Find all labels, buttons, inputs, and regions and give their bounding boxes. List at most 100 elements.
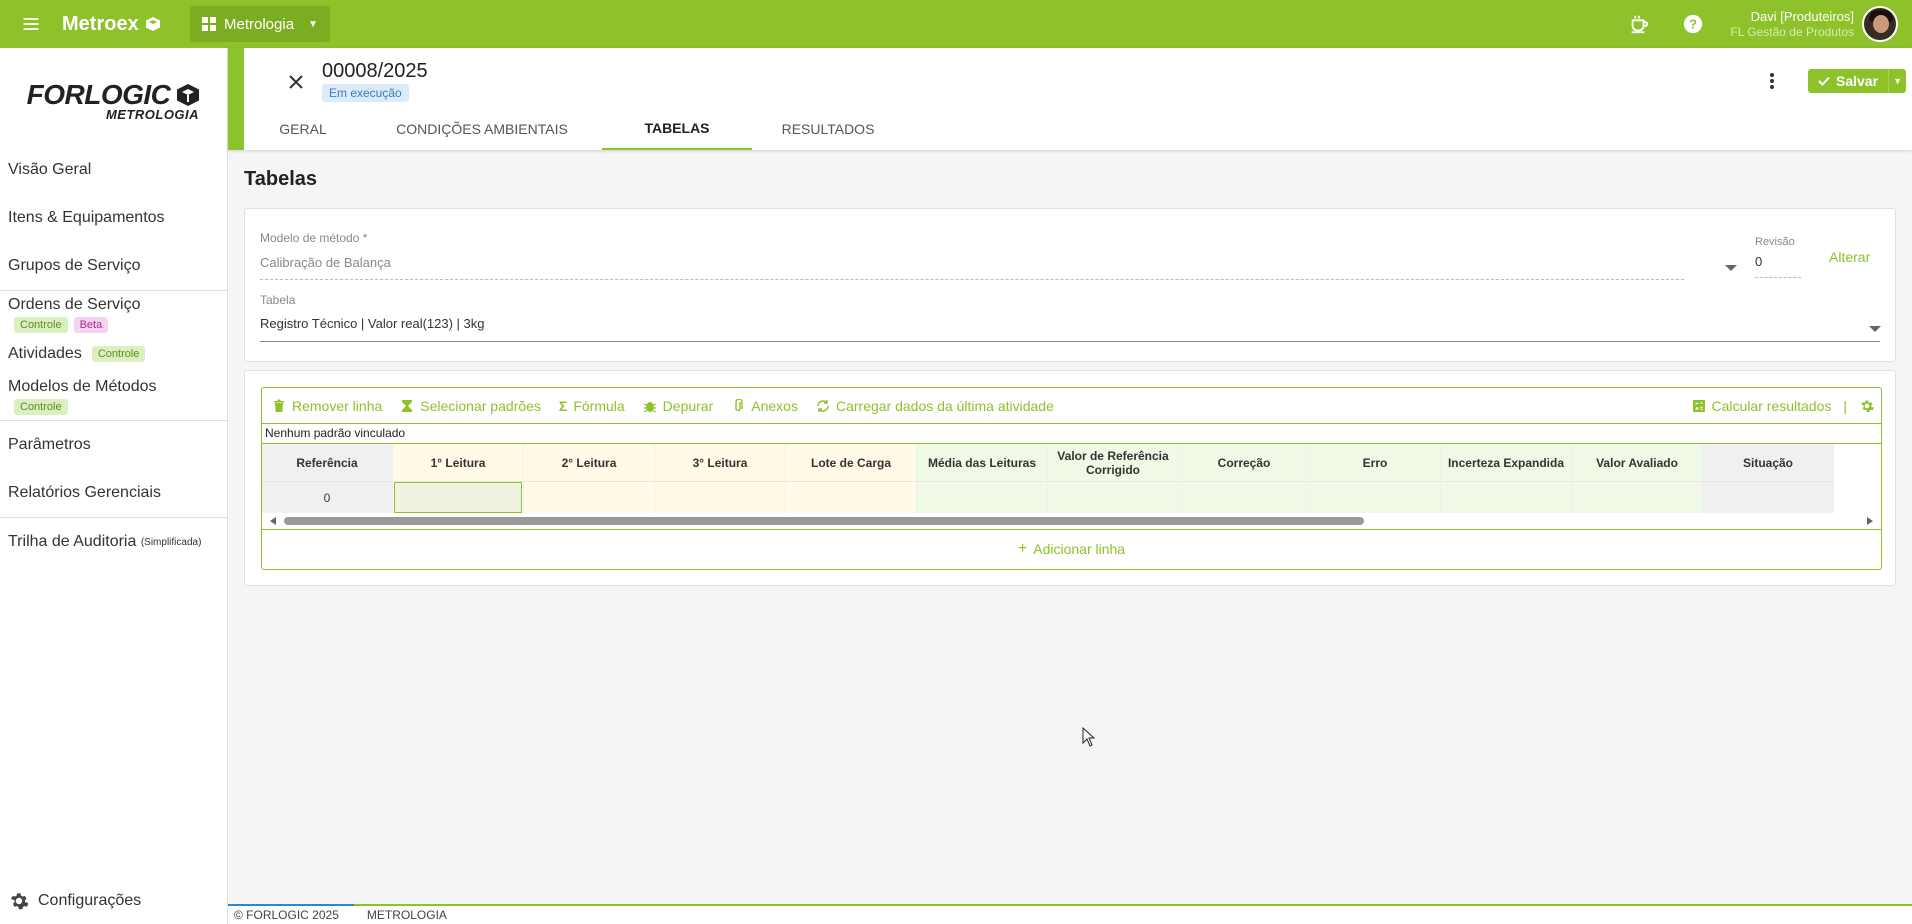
doc-number: 00008/2025: [322, 60, 428, 82]
table-column: Referência 0: [262, 444, 393, 513]
logo-cube-icon: [177, 83, 200, 106]
table-cell[interactable]: [1310, 482, 1440, 513]
sidebar-item-visao-geral[interactable]: Visão Geral: [0, 146, 227, 194]
sync-icon: [817, 399, 829, 412]
tag-controle: Controle: [14, 317, 68, 333]
table-cell[interactable]: [655, 482, 785, 513]
table-cell[interactable]: [917, 482, 1047, 513]
table-cell[interactable]: [786, 482, 916, 513]
tool-label: Selecionar padrões: [420, 397, 541, 414]
sidebar: FORLOGIC METROLOGIA Visão Geral Itens & …: [0, 48, 228, 924]
sidebar-item-parametros[interactable]: Parâmetros: [0, 421, 227, 469]
sidebar-item-trilha[interactable]: Trilha de Auditoria (Simplificada): [0, 518, 227, 566]
coffee-icon[interactable]: [1612, 0, 1666, 48]
table-toolbar: Remover linha Selecionar padrões Σ Fórmu…: [262, 388, 1881, 424]
calculator-icon: [1692, 399, 1705, 412]
sidebar-item-small: (Simplificada): [140, 536, 202, 548]
table-column: Correção: [1179, 444, 1310, 513]
save-options-button[interactable]: ▼: [1888, 69, 1907, 93]
tag-controle: Controle: [14, 399, 68, 415]
calculate-button[interactable]: Calcular resultados: [1692, 397, 1832, 414]
app-brand[interactable]: Metroex: [62, 13, 190, 36]
select-standards-button[interactable]: Selecionar padrões: [400, 398, 541, 414]
module-selector[interactable]: Metrologia ▼: [190, 6, 330, 42]
record-header: 00008/2025 Em execução Salvar ▼ GERAL CO…: [228, 48, 1912, 150]
column-header[interactable]: 1° Leitura: [393, 444, 523, 482]
save-button[interactable]: Salvar: [1808, 69, 1889, 93]
revision-field[interactable]: 0: [1755, 254, 1762, 269]
table-cell[interactable]: [1703, 482, 1833, 513]
column-header[interactable]: Lote de Carga: [786, 444, 916, 482]
sidebar-item-itens[interactable]: Itens & Equipamentos: [0, 194, 227, 242]
table-cell[interactable]: [394, 482, 522, 513]
method-dropdown-icon[interactable]: [1725, 265, 1737, 271]
column-header[interactable]: Valor Avaliado: [1572, 444, 1702, 482]
tab-resultados[interactable]: RESULTADOS: [752, 108, 904, 150]
settings-gear-icon[interactable]: [1859, 398, 1875, 414]
column-header[interactable]: Situação: [1703, 444, 1833, 482]
save-label: Salvar: [1836, 73, 1879, 89]
page-title: Tabelas: [244, 168, 317, 190]
table-column: 1° Leitura: [393, 444, 524, 513]
tab-condicoes[interactable]: CONDIÇÕES AMBIENTAIS: [362, 108, 602, 150]
gear-icon: [11, 893, 29, 910]
attachments-button[interactable]: Anexos: [731, 398, 798, 414]
tool-label: Calcular resultados: [1711, 397, 1832, 414]
table-column: Valor de Referência Corrigido: [1048, 444, 1179, 513]
footer-copyright: © FORLOGIC 2025: [234, 908, 339, 922]
column-header[interactable]: 3° Leitura: [655, 444, 785, 482]
tab-tabelas[interactable]: TABELAS: [602, 108, 752, 150]
scroll-thumb[interactable]: [284, 517, 1364, 525]
user-info[interactable]: Davi [Produteiros] FL Gestão de Produtos: [1720, 9, 1862, 39]
column-header[interactable]: 2° Leitura: [524, 444, 654, 482]
module-name: Metrologia: [224, 15, 295, 33]
table-column: Média das Leituras: [917, 444, 1048, 513]
scroll-left-icon[interactable]: [270, 517, 276, 525]
sidebar-item-grupos[interactable]: Grupos de Serviço: [0, 242, 227, 290]
avatar[interactable]: [1862, 6, 1898, 42]
close-icon[interactable]: [284, 70, 308, 94]
tag-controle: Controle: [91, 346, 146, 362]
horizontal-scrollbar[interactable]: [262, 513, 1881, 529]
formula-button[interactable]: Σ Fórmula: [559, 398, 625, 414]
table-cell[interactable]: [524, 482, 654, 513]
tab-geral[interactable]: GERAL: [244, 108, 362, 150]
debug-button[interactable]: Depurar: [643, 398, 713, 414]
table-column: 3° Leitura: [655, 444, 786, 513]
footer: © FORLOGIC 2025 METROLOGIA: [228, 904, 1912, 924]
table-cell[interactable]: 0: [262, 482, 392, 513]
method-card: Modelo de método * Calibração de Balança…: [244, 208, 1896, 362]
table-cell[interactable]: [1572, 482, 1702, 513]
load-last-button[interactable]: Carregar dados da última atividade: [816, 398, 1054, 414]
sidebar-item-atividades[interactable]: Atividades Controle: [0, 334, 227, 374]
paperclip-icon: [735, 398, 743, 411]
column-header[interactable]: Correção: [1179, 444, 1309, 482]
table-cell[interactable]: [1179, 482, 1309, 513]
table-field[interactable]: Registro Técnico | Valor real(123) | 3kg: [260, 316, 485, 331]
check-icon: [1818, 76, 1830, 86]
column-header[interactable]: Incerteza Expandida: [1441, 444, 1571, 482]
alterar-button[interactable]: Alterar: [1829, 249, 1870, 265]
method-model-field[interactable]: Calibração de Balança: [260, 255, 391, 270]
help-icon[interactable]: ?: [1666, 0, 1720, 48]
column-header[interactable]: Referência: [262, 444, 392, 482]
column-header[interactable]: Média das Leituras: [917, 444, 1047, 482]
table-dropdown-icon[interactable]: [1869, 326, 1881, 332]
sidebar-item-relatorios[interactable]: Relatórios Gerenciais: [0, 469, 227, 517]
config-button[interactable]: Configurações: [8, 890, 141, 912]
menu-icon[interactable]: [0, 0, 62, 48]
table-cell[interactable]: [1441, 482, 1571, 513]
column-header[interactable]: Valor de Referência Corrigido: [1048, 444, 1178, 482]
column-header[interactable]: Erro: [1310, 444, 1440, 482]
sidebar-item-modelos[interactable]: Modelos de Métodos Controle: [0, 374, 227, 420]
scroll-right-icon[interactable]: [1867, 517, 1873, 525]
sidebar-item-ordens[interactable]: Ordens de Serviço Controle Beta: [0, 291, 227, 334]
table-cell[interactable]: [1048, 482, 1178, 513]
add-line-button[interactable]: + Adicionar linha: [262, 529, 1881, 567]
apps-grid-icon: [202, 17, 216, 31]
sidebar-item-label: Atividades: [8, 345, 82, 362]
more-vert-icon[interactable]: [1762, 68, 1782, 94]
plus-icon: +: [1017, 539, 1028, 557]
sidebar-item-label: Grupos de Serviço: [8, 257, 141, 274]
remove-line-button[interactable]: Remover linha: [272, 398, 382, 414]
